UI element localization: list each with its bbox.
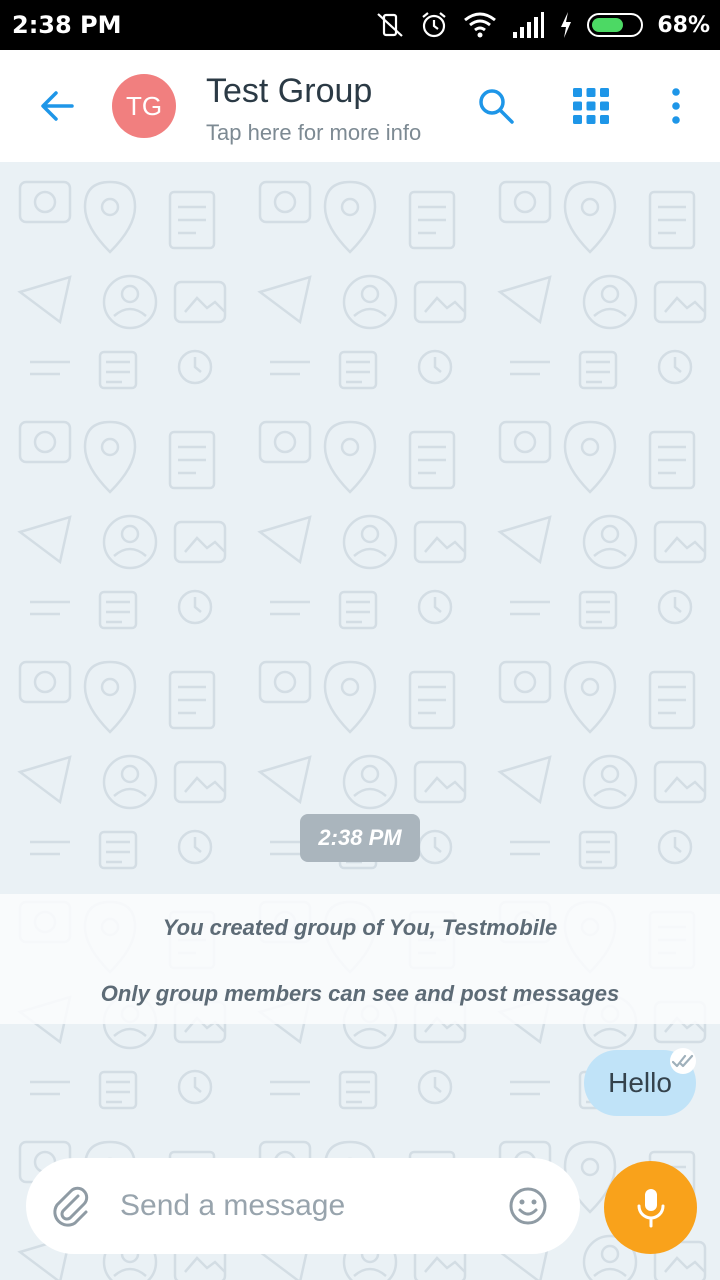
message-input[interactable]: [120, 1186, 490, 1226]
status-bar: 2:38 PM 68%: [0, 0, 720, 50]
chat-area[interactable]: 2:38 PM You created group of You, Testmo…: [0, 162, 720, 1280]
system-messages: You created group of You, Testmobile Onl…: [0, 894, 720, 1024]
mic-icon: [637, 1188, 664, 1227]
signal-icon: [513, 12, 545, 38]
charging-icon: [561, 12, 572, 38]
battery-fill: [592, 18, 624, 32]
message-text: Hello: [608, 1067, 672, 1098]
battery-icon: [587, 13, 644, 37]
status-time: 2:38 PM: [12, 11, 122, 39]
vibrate-off-icon: [377, 13, 404, 37]
system-message: Only group members can see and post mess…: [100, 981, 620, 1006]
alarm-icon: [422, 12, 447, 38]
double-check-icon: [670, 1048, 696, 1074]
message-composer: [26, 1158, 580, 1254]
more-vert-icon[interactable]: [654, 84, 698, 128]
system-message: You created group of You, Testmobile: [162, 915, 558, 940]
chat-header: TG Test Group Tap here for more info: [0, 50, 720, 162]
back-arrow-icon[interactable]: [36, 84, 80, 128]
status-icons: 68%: [375, 8, 710, 42]
grid-apps-icon[interactable]: [569, 84, 613, 128]
outgoing-message-bubble[interactable]: Hello: [584, 1048, 696, 1116]
search-icon[interactable]: [474, 84, 518, 128]
date-chip: 2:38 PM: [300, 814, 420, 862]
group-title[interactable]: Test Group: [206, 72, 372, 111]
group-subtitle[interactable]: Tap here for more info: [206, 120, 421, 146]
group-avatar[interactable]: TG: [112, 74, 176, 138]
emoji-icon[interactable]: [506, 1184, 550, 1228]
attach-icon[interactable]: [48, 1184, 92, 1228]
mic-button[interactable]: [604, 1161, 697, 1254]
wifi-icon: [464, 12, 497, 38]
battery-percent: 68%: [657, 12, 710, 38]
